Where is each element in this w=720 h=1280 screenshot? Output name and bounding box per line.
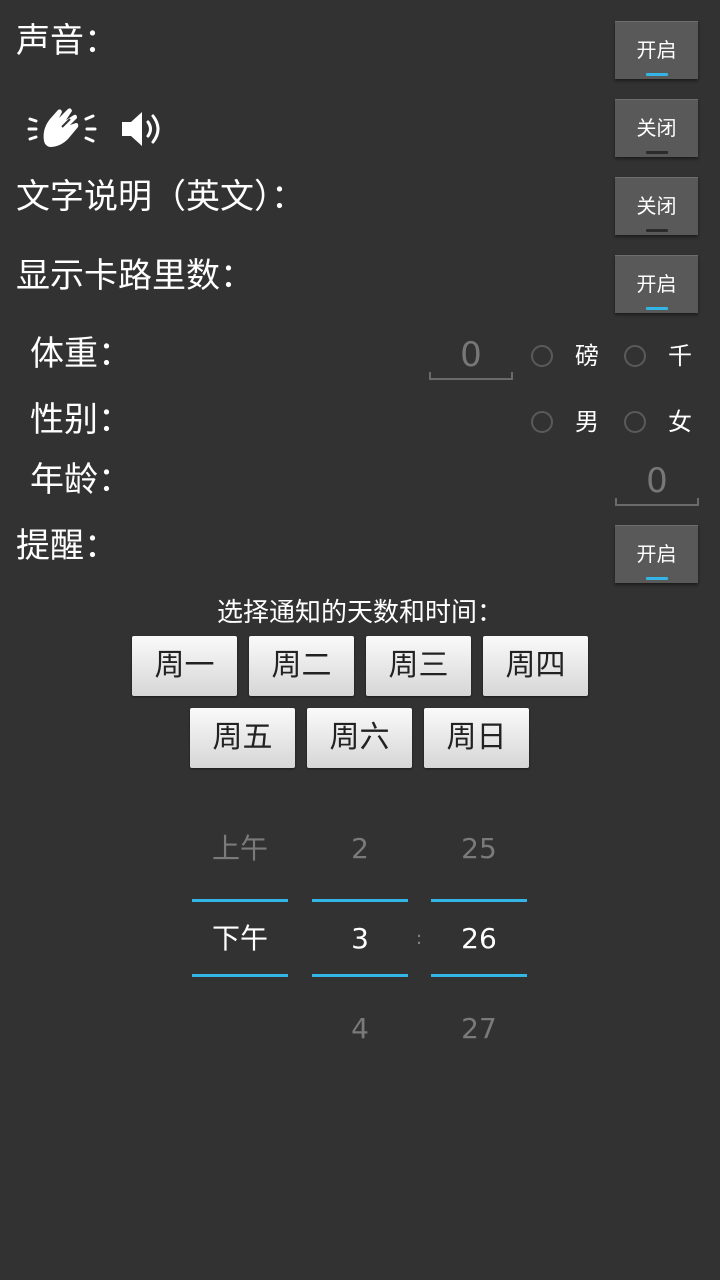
text-description-toggle-label: 关闭 (636, 194, 677, 218)
sound-effect-toggle-label: 关闭 (636, 116, 677, 140)
sound-effect-toggle[interactable]: 关闭 (615, 99, 698, 157)
age-label: 年龄： (30, 460, 132, 500)
minute-divider-top (431, 899, 527, 902)
day-button-thu[interactable]: 周四 (483, 636, 588, 696)
calories-toggle[interactable]: 开启 (615, 255, 698, 313)
minute-current[interactable]: 26 (431, 922, 527, 956)
hour-next[interactable]: 4 (312, 1012, 408, 1046)
sound-toggle-label: 开启 (636, 38, 677, 62)
gender-female-radio[interactable] (624, 411, 646, 433)
sound-toggle[interactable]: 开启 (615, 21, 698, 79)
weight-label: 体重： (30, 334, 132, 374)
gender-male-radio[interactable] (531, 411, 553, 433)
day-button-wed[interactable]: 周三 (366, 636, 471, 696)
day-button-sat[interactable]: 周六 (307, 708, 412, 768)
ampm-current[interactable]: 下午 (192, 922, 288, 956)
ampm-divider-bottom (192, 974, 288, 977)
text-description-label: 文字说明（英文）： (16, 177, 305, 217)
minute-prev[interactable]: 25 (431, 832, 527, 866)
weight-unit-kg-radio[interactable] (624, 345, 646, 367)
day-button-sun[interactable]: 周日 (424, 708, 529, 768)
gender-female-label: 女 (668, 408, 692, 436)
reminder-toggle[interactable]: 开启 (615, 525, 698, 583)
day-button-fri[interactable]: 周五 (190, 708, 295, 768)
weight-unit-kg-label: 千 (668, 342, 692, 370)
ampm-divider-top (192, 899, 288, 902)
hour-divider-top (312, 899, 408, 902)
reminder-label: 提醒： (16, 526, 118, 566)
gender-male-label: 男 (575, 408, 599, 436)
text-description-toggle-indicator (646, 229, 668, 232)
ampm-prev[interactable]: 上午 (192, 832, 288, 866)
sound-toggle-indicator (646, 73, 668, 76)
hour-divider-bottom (312, 974, 408, 977)
weight-input[interactable]: 0 (429, 332, 513, 380)
time-separator: : (415, 928, 423, 949)
calories-label: 显示卡路里数： (16, 256, 254, 296)
weight-unit-pound-radio[interactable] (531, 345, 553, 367)
reminder-prompt: 选择通知的天数和时间： (216, 598, 503, 628)
sound-label: 声音： (16, 21, 118, 61)
reminder-toggle-indicator (646, 577, 668, 580)
text-description-toggle[interactable]: 关闭 (615, 177, 698, 235)
sound-effect-toggle-indicator (646, 151, 668, 154)
minute-divider-bottom (431, 974, 527, 977)
day-button-mon[interactable]: 周一 (132, 636, 237, 696)
day-button-tue[interactable]: 周二 (249, 636, 354, 696)
hour-prev[interactable]: 2 (312, 832, 408, 866)
age-input[interactable]: 0 (615, 458, 699, 506)
minute-next[interactable]: 27 (431, 1012, 527, 1046)
hour-current[interactable]: 3 (312, 922, 408, 956)
calories-toggle-label: 开启 (636, 272, 677, 296)
gender-label: 性别： (30, 400, 132, 440)
clapping-hands-icon (27, 108, 97, 147)
calories-toggle-indicator (646, 307, 668, 310)
weight-unit-pound-label: 磅 (575, 342, 599, 370)
reminder-toggle-label: 开启 (636, 542, 677, 566)
speaker-icon (122, 112, 160, 146)
